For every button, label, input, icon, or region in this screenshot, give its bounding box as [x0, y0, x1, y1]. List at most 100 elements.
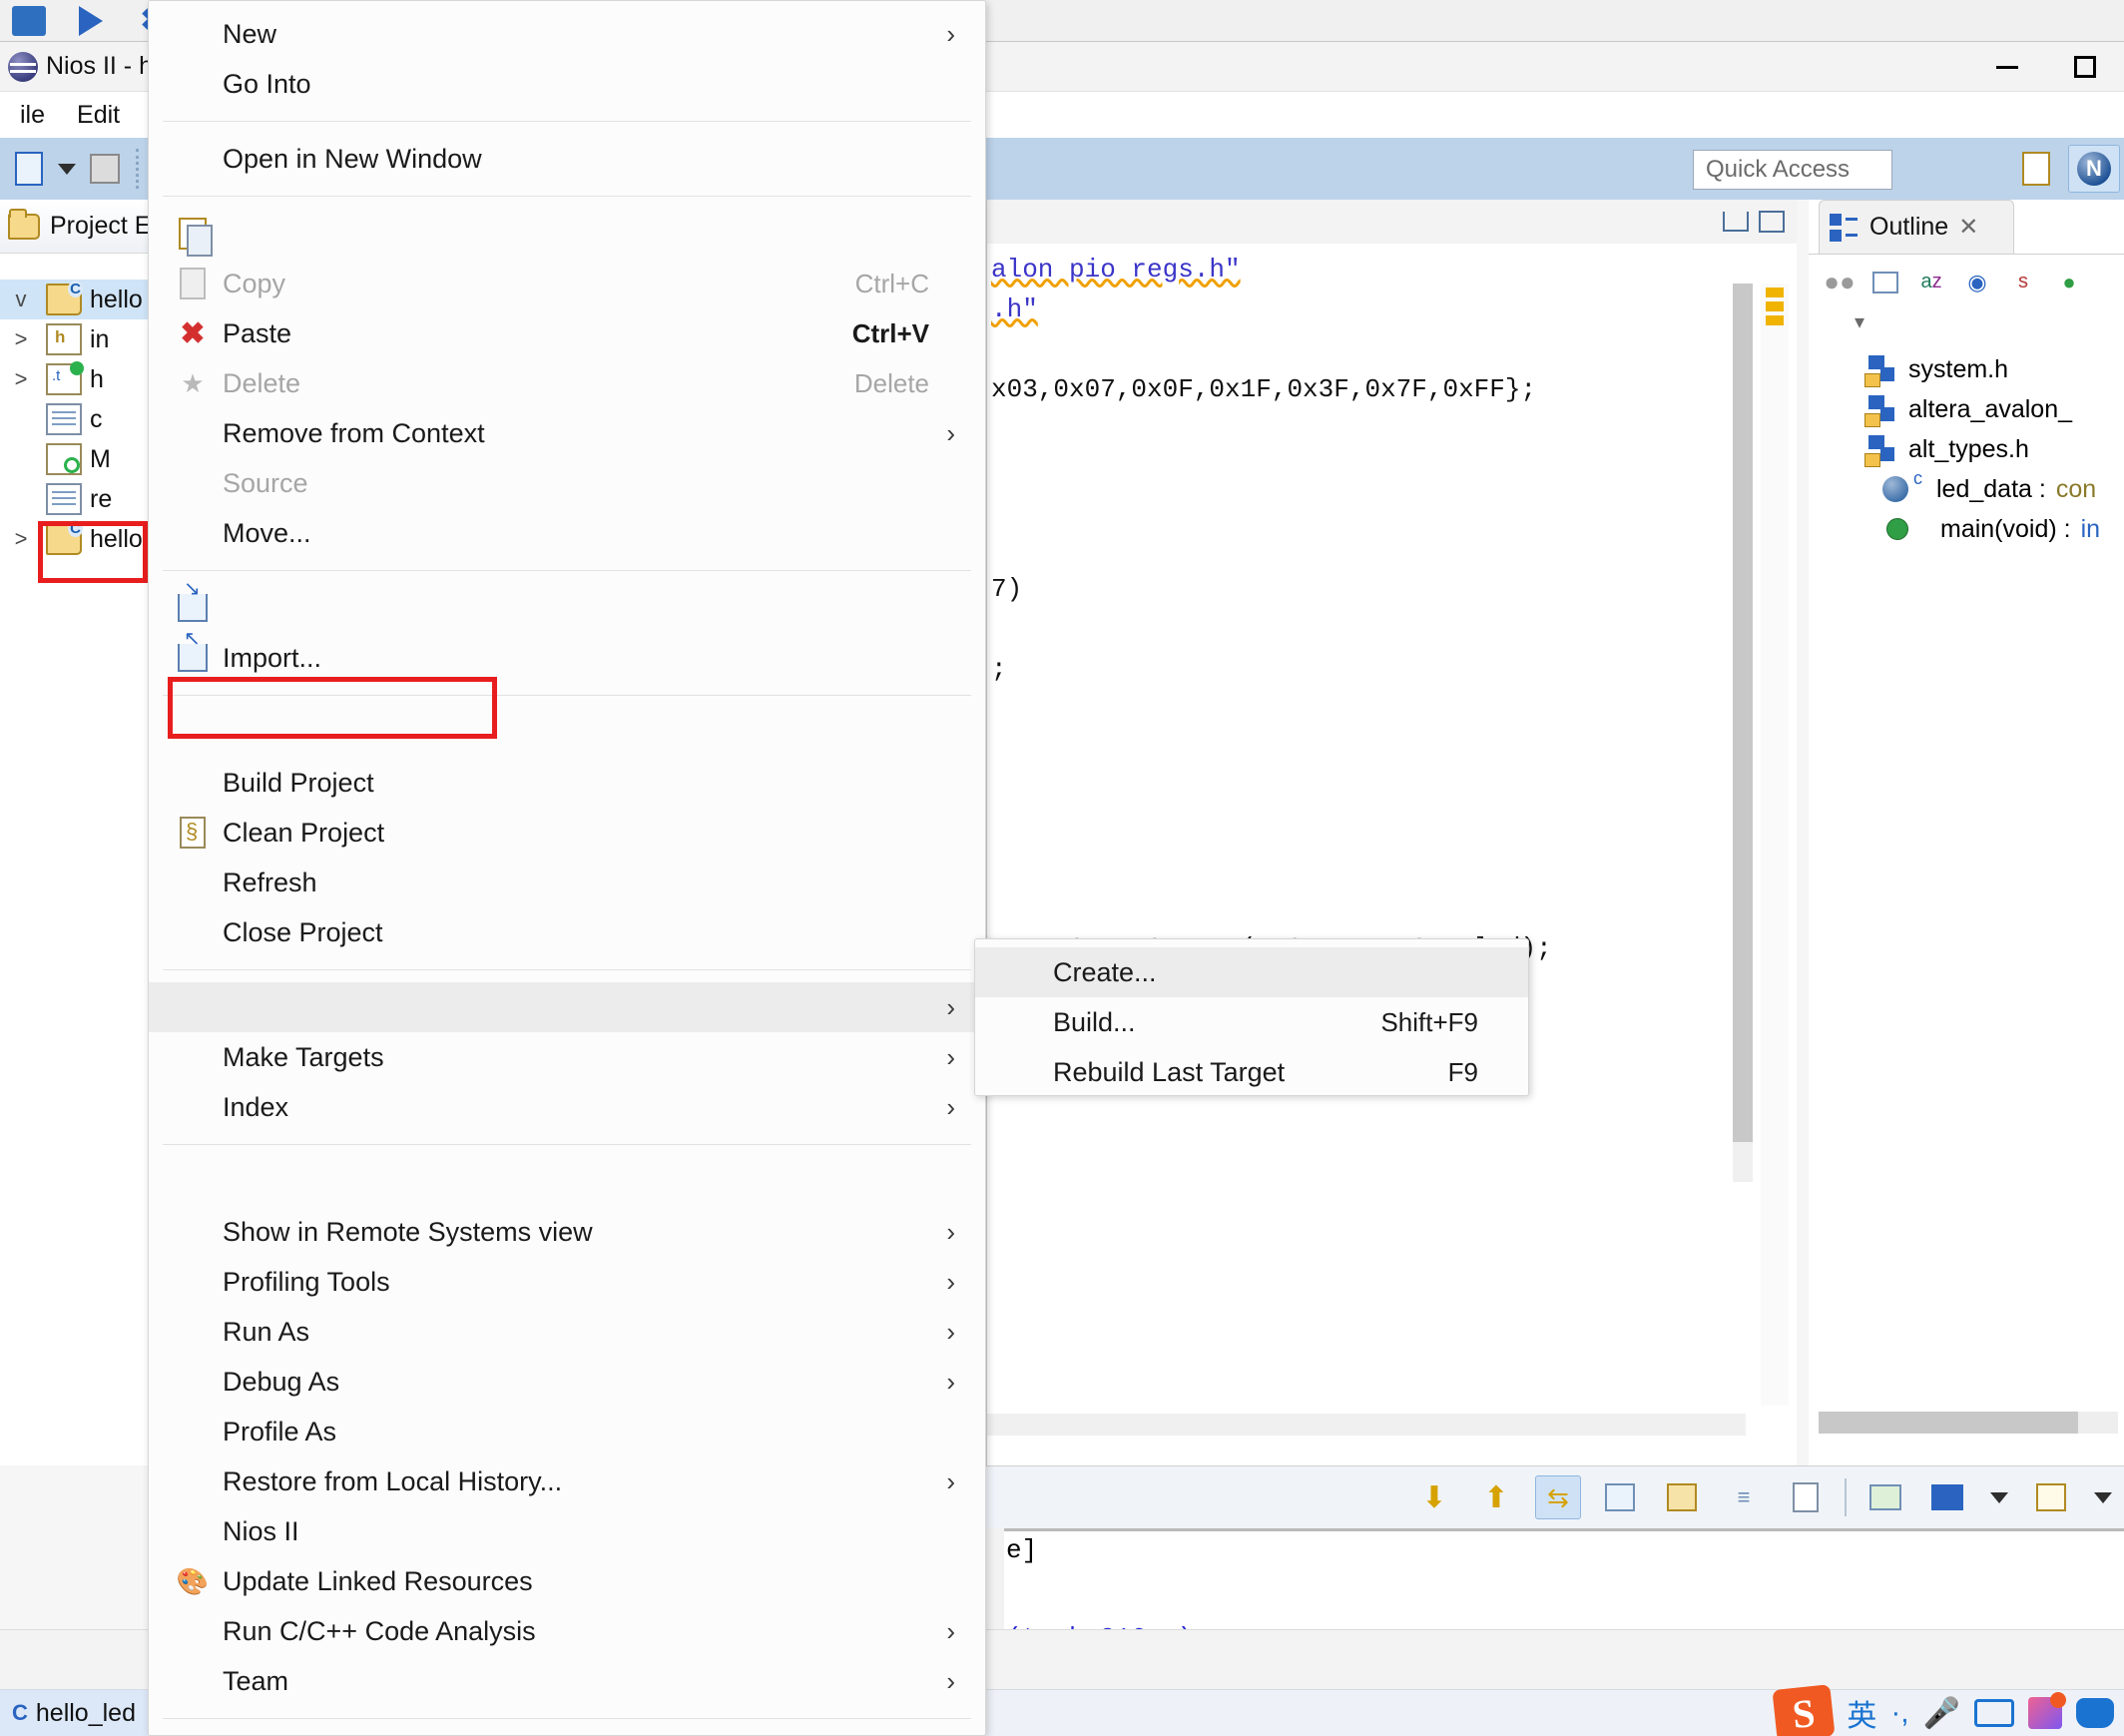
save-icon[interactable] — [82, 147, 128, 191]
close-icon[interactable]: ✕ — [1958, 213, 1978, 242]
outline-item-label: alt_types.h — [1908, 434, 2029, 463]
menu-item-copy[interactable] — [149, 209, 985, 259]
new-console-icon[interactable] — [2028, 1475, 2074, 1519]
menu-item-run-code-analysis[interactable]: 🎨 Update Linked Resources — [149, 1556, 985, 1606]
minimize-editor-icon[interactable] — [1723, 212, 1749, 232]
outline-tab[interactable]: Outline ✕ — [1819, 200, 2014, 254]
outline-item-led-data[interactable]: led_data : con — [1882, 468, 2124, 509]
new-dropdown-caret-icon[interactable] — [54, 147, 80, 191]
menu-item-open-in-new-window[interactable]: Open in New Window — [149, 134, 985, 184]
project-context-menu[interactable]: New › Go Into Open in New Window Copy Ct… — [148, 0, 986, 1736]
pin-console-icon[interactable] — [1862, 1475, 1908, 1519]
quick-access-input[interactable]: Quick Access — [1693, 150, 1892, 190]
toolbar-icon-1[interactable] — [6, 3, 52, 39]
code-line: x03,0x07,0x0F,0x1F,0x3F,0x7F,0xFF}; — [991, 374, 1537, 404]
menu-item-refresh[interactable]: Clean Project — [149, 808, 985, 858]
menu-item-source[interactable]: Remove from Context › — [149, 408, 985, 458]
open-perspective-icon[interactable] — [2010, 145, 2062, 193]
menu-item-profile-as[interactable]: Debug As › — [149, 1357, 985, 1407]
menu-item-label: Make Targets — [223, 1041, 384, 1072]
wrap-lines-icon[interactable]: ≡ — [1721, 1475, 1767, 1519]
ime-punctuation-icon[interactable]: ·, — [1890, 1696, 1908, 1730]
skin-icon[interactable] — [2028, 1692, 2066, 1729]
toggle-direction-icon[interactable]: ⇆ — [1535, 1475, 1581, 1519]
toolbox-icon[interactable] — [2076, 1698, 2114, 1728]
sort-az-icon[interactable]: az — [1914, 267, 1948, 298]
outline-horizontal-scrollbar[interactable] — [1819, 1412, 2118, 1434]
taskbar-app-hello-led[interactable]: C hello_led — [0, 1689, 148, 1736]
menu-item-build-configurations[interactable]: Index › — [149, 1082, 985, 1132]
minimize-button[interactable] — [1968, 42, 2046, 92]
menu-item-export[interactable]: Import... — [149, 626, 985, 683]
menu-item-new[interactable]: New › — [149, 9, 985, 59]
menu-file[interactable]: ile — [4, 101, 61, 130]
project-c-icon — [46, 281, 83, 315]
lock-console-icon[interactable] — [1659, 1475, 1705, 1519]
maximize-editor-icon[interactable] — [1759, 211, 1785, 233]
clear-console-icon[interactable] — [1783, 1475, 1829, 1519]
menu-edit[interactable]: Edit — [61, 101, 136, 130]
sogou-ime-icon[interactable]: S — [1772, 1684, 1836, 1736]
play-icon[interactable] — [68, 3, 114, 39]
editor-text[interactable]: alon pio regs.h" .h" x03,0x07,0x0F,0x1F,… — [987, 244, 1797, 1048]
group-icon[interactable]: ●● — [1823, 267, 1857, 298]
collapse-all-icon[interactable] — [1868, 267, 1902, 298]
ime-language-icon[interactable]: 英 — [1847, 1691, 1876, 1735]
outline-item-system-h[interactable]: system.h — [1864, 349, 2124, 389]
keyboard-icon[interactable] — [1974, 1699, 2014, 1727]
menu-item-compare-with[interactable]: Team › — [149, 1656, 985, 1706]
submenu-item-create[interactable]: Create... — [975, 947, 1528, 997]
make-targets-submenu[interactable]: Create... Build... Shift+F9 Rebuild Last… — [974, 938, 1529, 1096]
menu-item-profiling-tools[interactable]: Show in Remote Systems view › — [149, 1207, 985, 1257]
editor-horizontal-scrollbar[interactable] — [987, 1414, 1746, 1436]
menu-item-nios-ii[interactable]: Restore from Local History... › — [149, 1456, 985, 1506]
microphone-icon[interactable]: 🎤 — [1923, 1696, 1960, 1731]
outline-item-main[interactable]: main(void) : in — [1886, 509, 2124, 549]
display-console-icon[interactable] — [1924, 1475, 1970, 1519]
menu-separator — [163, 969, 971, 970]
save-console-icon[interactable] — [1597, 1475, 1643, 1519]
menu-item-rename[interactable]: Move... — [149, 508, 985, 558]
hide-static-icon[interactable]: s — [2006, 267, 2040, 298]
new-wizard-icon[interactable] — [6, 147, 52, 191]
menu-item-show-in-remote-systems-view[interactable] — [149, 1157, 985, 1207]
hide-fields-icon[interactable]: ◉ — [1960, 267, 1994, 298]
menu-item-index[interactable]: Make Targets › — [149, 1032, 985, 1082]
scroll-up-icon[interactable]: ⬆ — [1473, 1475, 1519, 1519]
tree-twisty-icon[interactable]: > — [4, 366, 38, 392]
menu-icon-spacer — [167, 863, 219, 902]
menu-item-close-project[interactable]: Refresh — [149, 858, 985, 907]
menu-item-team[interactable]: Run C/C++ Code Analysis › — [149, 1606, 985, 1656]
menu-item-update-linked-resources[interactable]: Nios II — [149, 1506, 985, 1556]
outline-item-alt-types-h[interactable]: alt_types.h — [1864, 429, 2124, 469]
menu-item-close-unrelated-projects[interactable]: Close Project — [149, 907, 985, 957]
outline-item-altera-avalon[interactable]: altera_avalon_ — [1864, 389, 2124, 429]
maximize-button[interactable] — [2046, 42, 2124, 92]
menu-item-go-into[interactable]: Go Into — [149, 59, 985, 109]
submenu-item-build[interactable]: Build... Shift+F9 — [975, 997, 1528, 1047]
tree-twisty-icon[interactable]: > — [4, 526, 38, 552]
menu-item-properties[interactable] — [149, 1731, 985, 1736]
menu-item-label: Copy — [223, 268, 286, 298]
code-editor[interactable]: alon pio regs.h" .h" x03,0x07,0x0F,0x1F,… — [986, 200, 1797, 1465]
hide-nonpublic-icon[interactable]: ● — [2052, 267, 2086, 298]
menu-item-run-as[interactable]: Profiling Tools › — [149, 1257, 985, 1307]
editor-vertical-scrollbar[interactable] — [1733, 284, 1753, 1182]
outline-root-twisty-icon[interactable]: ▾ — [1809, 309, 2124, 349]
tree-twisty-icon[interactable]: v — [4, 287, 38, 312]
new-console-caret-icon[interactable] — [2090, 1475, 2116, 1519]
menu-item-build-project[interactable] — [149, 708, 985, 758]
display-console-caret-icon[interactable] — [1986, 1475, 2012, 1519]
submenu-item-rebuild-last-target[interactable]: Rebuild Last Target F9 — [975, 1047, 1528, 1097]
tree-twisty-icon[interactable]: > — [4, 326, 38, 352]
perspective-nios-icon[interactable]: N — [2068, 145, 2120, 193]
menu-item-make-targets[interactable]: › — [149, 982, 985, 1032]
editor-overview-ruler[interactable] — [1761, 284, 1789, 1406]
menu-item-restore-from-local-history[interactable]: Profile As — [149, 1407, 985, 1456]
scroll-down-icon[interactable]: ⬇ — [1411, 1475, 1457, 1519]
menu-item-clean-project[interactable]: Build Project — [149, 758, 985, 808]
menu-item-delete[interactable]: ✖ Paste Ctrl+V — [149, 308, 985, 358]
menu-item-import[interactable] — [149, 576, 985, 633]
menu-icon-spacer — [167, 1511, 219, 1551]
menu-item-debug-as[interactable]: Run As › — [149, 1307, 985, 1357]
